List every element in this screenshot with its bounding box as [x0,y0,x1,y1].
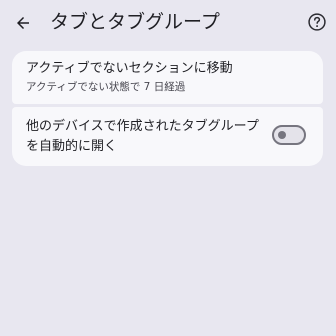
auto-open-tab-groups-label: 他のデバイスで作成されたタブグループを自動的に開く [26,119,259,154]
inactive-section-setting[interactable]: アクティブでないセクションに移動 アクティブでない状態で 7 日経過 [12,51,323,104]
inactive-section-title: アクティブでないセクションに移動 [26,61,233,76]
auto-open-tab-groups-toggle[interactable] [272,125,306,145]
page-title: タブとタブグループ [50,11,220,33]
help-circle-icon [308,13,326,31]
back-button[interactable] [10,10,36,36]
app-bar: タブとタブグループ [0,0,336,46]
toggle-knob [278,131,286,139]
inactive-section-subtitle: アクティブでない状態で 7 日経過 [26,81,186,93]
help-button[interactable] [306,11,328,33]
auto-open-tab-groups-setting[interactable]: 他のデバイスで作成されたタブグループを自動的に開く [12,107,323,166]
arrow-left-icon [17,17,29,29]
